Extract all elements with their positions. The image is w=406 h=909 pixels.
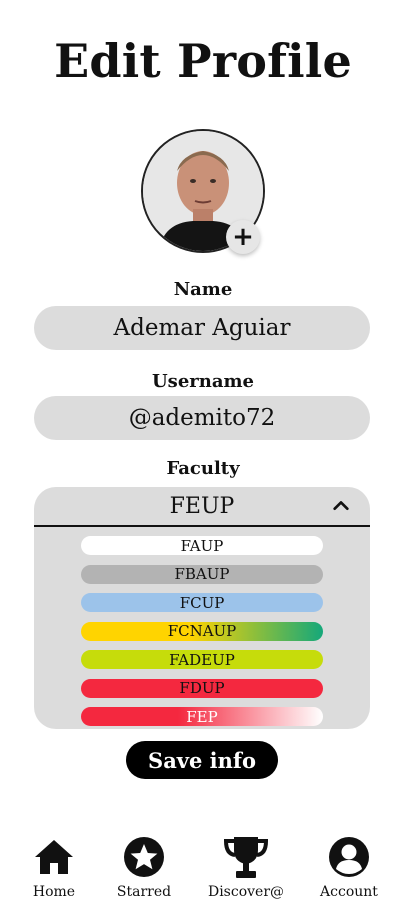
faculty-option-faup[interactable]: FAUP (81, 536, 323, 555)
nav-home-label: Home (32, 884, 76, 900)
faculty-option-fcnaup[interactable]: FCNAUP (81, 621, 323, 641)
nav-discover-label: Discover@ (207, 884, 285, 900)
name-label: Name (173, 279, 233, 300)
faculty-option-fcup[interactable]: FCUP (81, 593, 323, 612)
page-title: Edit Profile (54, 34, 352, 88)
faculty-options: FAUP FBAUP FCUP FCNAUP FADEUP FDUP FEP (81, 536, 323, 729)
nav-home[interactable]: Home (9, 834, 99, 900)
home-icon (9, 834, 99, 880)
faculty-dropdown[interactable]: FEUP FAUP FBAUP FCUP FCNAUP FADEUP FDUP … (34, 487, 370, 729)
faculty-label: Faculty (166, 458, 240, 479)
name-field[interactable]: Ademar Aguiar (34, 306, 370, 350)
faculty-option-fbaup[interactable]: FBAUP (81, 564, 323, 584)
trophy-icon (201, 834, 291, 880)
account-icon (304, 834, 394, 880)
faculty-selected-value: FEUP (169, 493, 235, 519)
plus-icon: + (232, 222, 254, 252)
username-field[interactable]: @ademito72 (34, 396, 370, 440)
add-photo-button[interactable]: + (226, 220, 260, 254)
nav-discover[interactable]: Discover@ (201, 834, 291, 900)
nav-starred-label: Starred (116, 884, 172, 900)
save-info-button[interactable]: Save info (126, 741, 278, 779)
nav-account[interactable]: Account (304, 834, 394, 900)
username-label: Username (151, 371, 254, 392)
bottom-navigation: Home Starred Discover@ Account (0, 834, 406, 909)
nav-starred[interactable]: Starred (99, 834, 189, 900)
nav-account-label: Account (320, 884, 378, 900)
star-icon (99, 834, 189, 880)
avatar-container: + (141, 129, 265, 254)
faculty-option-fdup[interactable]: FDUP (81, 678, 323, 698)
faculty-option-fadeup[interactable]: FADEUP (81, 650, 323, 669)
faculty-option-fep[interactable]: FEP (81, 707, 323, 726)
faculty-selected[interactable]: FEUP (34, 487, 370, 527)
chevron-up-icon[interactable] (332, 497, 350, 515)
